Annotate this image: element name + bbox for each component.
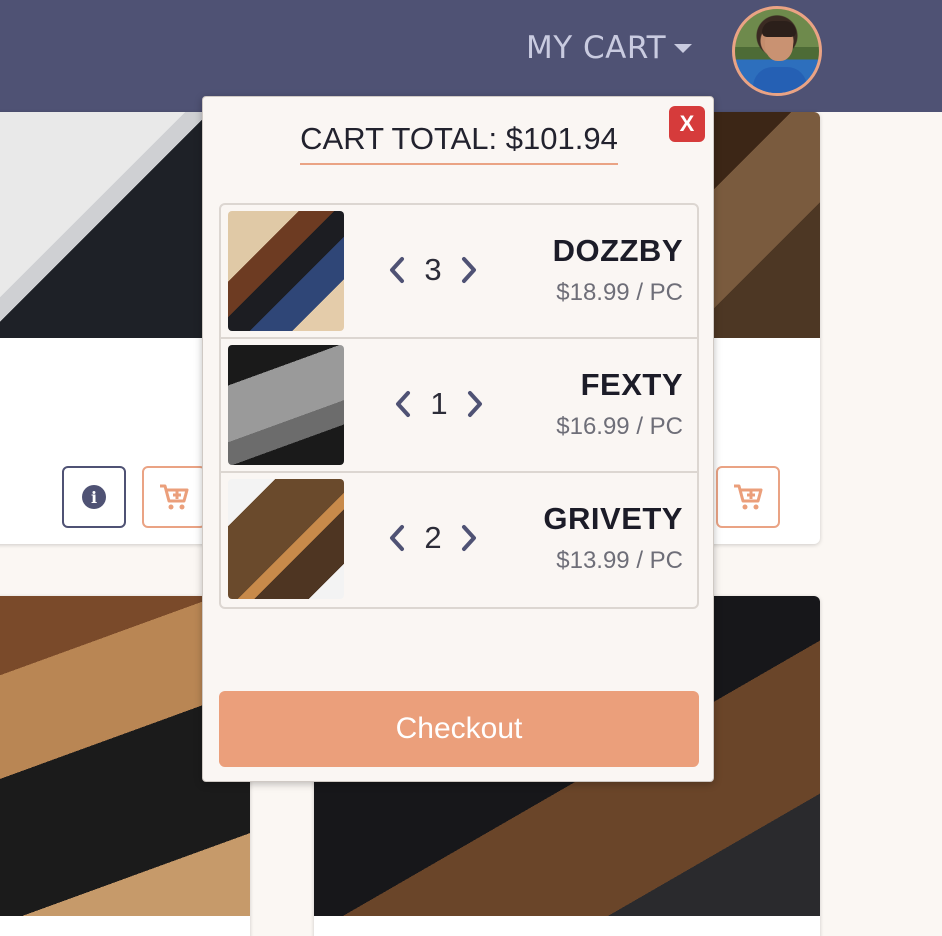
- info-icon: i: [82, 485, 106, 509]
- decrease-quantity-button[interactable]: [386, 523, 408, 553]
- cart-item: 3 DOZZBY $18.99 / PC: [221, 205, 697, 339]
- caret-down-icon: [674, 43, 693, 53]
- chevron-right-icon: [468, 391, 482, 417]
- quantity-stepper: 2: [373, 473, 493, 603]
- quantity-stepper: 3: [373, 205, 493, 335]
- cart-plus-icon: [734, 484, 763, 510]
- cart-total-label: CART TOTAL: $101.94: [300, 121, 618, 165]
- increase-quantity-button[interactable]: [458, 523, 480, 553]
- cart-total: CART TOTAL: $101.94: [203, 121, 715, 165]
- cart-items-list: 3 DOZZBY $18.99 / PC 1 FEXTY $16.99 / PC…: [219, 203, 699, 609]
- cart-item: 1 FEXTY $16.99 / PC: [221, 339, 697, 473]
- cart-item: 2 GRIVETY $13.99 / PC: [221, 473, 697, 607]
- quantity-value: 2: [424, 520, 442, 555]
- quantity-value: 3: [424, 252, 442, 287]
- chevron-right-icon: [462, 257, 476, 283]
- item-name: FEXTY: [580, 367, 683, 402]
- avatar-hair: [762, 21, 796, 37]
- increase-quantity-button[interactable]: [458, 255, 480, 285]
- checkout-button[interactable]: Checkout: [219, 691, 699, 767]
- decrease-quantity-button[interactable]: [386, 255, 408, 285]
- add-to-cart-button[interactable]: [716, 466, 780, 528]
- chevron-left-icon: [396, 391, 410, 417]
- product-info-button[interactable]: i: [62, 466, 126, 528]
- chevron-left-icon: [390, 525, 404, 551]
- item-name: GRIVETY: [543, 501, 683, 536]
- quantity-stepper: 1: [379, 339, 499, 469]
- quantity-value: 1: [430, 386, 448, 421]
- avatar-shirt: [753, 67, 807, 93]
- item-price: $16.99 / PC: [556, 413, 683, 440]
- add-to-cart-button[interactable]: [142, 466, 206, 528]
- user-avatar[interactable]: [732, 6, 822, 96]
- product-image[interactable]: [706, 112, 820, 338]
- cart-plus-icon: [160, 484, 189, 510]
- item-thumbnail: [228, 211, 344, 331]
- cart-popover: X CART TOTAL: $101.94 3 DOZZBY $18.99 / …: [202, 96, 714, 782]
- chevron-left-icon: [390, 257, 404, 283]
- decrease-quantity-button[interactable]: [392, 389, 414, 419]
- item-price: $18.99 / PC: [556, 279, 683, 306]
- item-name: DOZZBY: [552, 233, 683, 268]
- item-thumbnail: [228, 345, 344, 465]
- my-cart-label: MY CART: [526, 30, 667, 66]
- chevron-right-icon: [462, 525, 476, 551]
- item-thumbnail: [228, 479, 344, 599]
- item-price: $13.99 / PC: [556, 547, 683, 574]
- increase-quantity-button[interactable]: [464, 389, 486, 419]
- my-cart-dropdown-toggle[interactable]: MY CART: [526, 28, 693, 68]
